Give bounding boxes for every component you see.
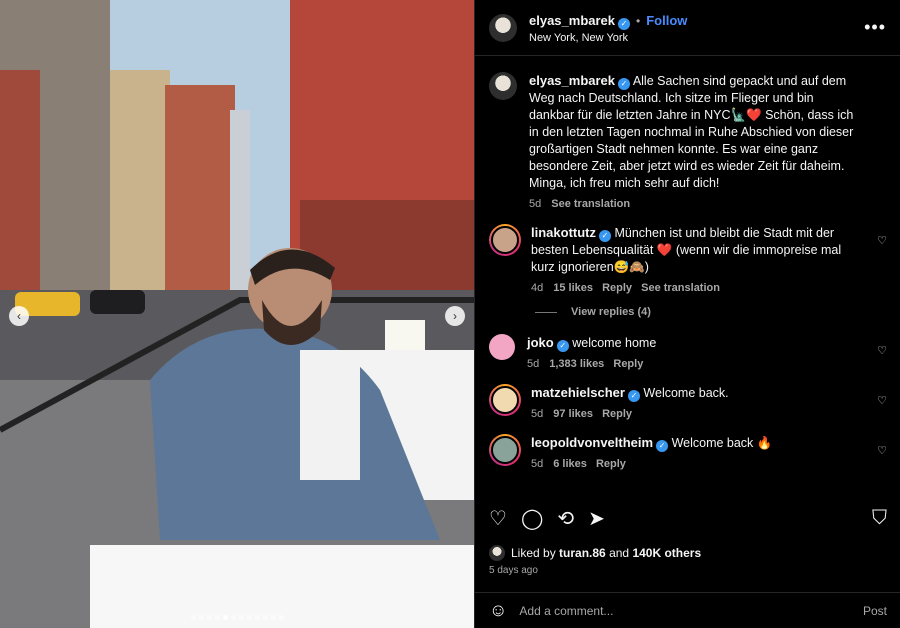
carousel-dot (230, 615, 236, 620)
comment-like-icon[interactable]: ♡ (877, 394, 887, 407)
comments-list: elyas_mbarek ✓ Alle Sachen sind gepackt u… (475, 72, 900, 498)
carousel-dot (246, 615, 252, 620)
liker-username[interactable]: turan.86 (559, 546, 606, 560)
likes-and: and (609, 546, 630, 560)
comment-input[interactable] (519, 603, 863, 618)
post-actions: ♡ ◯ ⟲ ➤ ⛉ (489, 506, 887, 531)
comment-likes[interactable]: 1,383 likes (549, 358, 604, 370)
verified-badge-icon: ✓ (618, 17, 631, 30)
caption-text: Alle Sachen sind gepackt und auf dem Weg… (529, 74, 854, 190)
carousel-dot (238, 615, 244, 620)
reply-button[interactable]: Reply (602, 408, 632, 420)
post-time: 5 days ago (489, 565, 538, 576)
comment-like-icon[interactable]: ♡ (877, 444, 887, 457)
comment-like-icon[interactable]: ♡ (877, 344, 887, 357)
separator: • (636, 13, 641, 28)
likes-prefix: Liked by (511, 546, 556, 560)
comment-like-icon[interactable]: ♡ (877, 234, 887, 247)
reply-button[interactable]: Reply (602, 282, 632, 294)
verified-badge-icon: ✓ (556, 340, 569, 352)
carousel-dot (198, 615, 204, 620)
author-avatar[interactable] (489, 13, 517, 42)
comment-likes[interactable]: 97 likes (553, 408, 593, 420)
comment-username[interactable]: leopoldvonveltheim (531, 435, 653, 450)
carousel-dot (214, 615, 220, 620)
bookmark-icon[interactable]: ⛉ (872, 507, 887, 530)
author-username[interactable]: elyas_mbarek (529, 13, 615, 28)
caption-age: 5d (529, 198, 542, 210)
more-options-icon[interactable]: ••• (864, 17, 886, 38)
carousel-next-button[interactable]: › (445, 306, 465, 326)
view-replies-label: View replies (4) (571, 306, 651, 318)
see-translation-link[interactable]: See translation (641, 282, 720, 294)
carousel-dot (206, 615, 212, 620)
carousel-dot (278, 615, 284, 620)
caption: elyas_mbarek ✓ Alle Sachen sind gepackt u… (489, 72, 887, 210)
comment-bar: ☺ Post (475, 592, 900, 628)
comment-icon[interactable]: ◯ (521, 506, 543, 531)
likes-summary: Liked by turan.86 and 140K others (489, 545, 701, 561)
reply-button[interactable]: Reply (596, 458, 626, 470)
comment-age: 5d (531, 458, 544, 470)
verified-badge-icon: ✓ (618, 78, 631, 90)
comment-likes[interactable]: 15 likes (553, 282, 593, 294)
likes-others-link[interactable]: 140K others (632, 546, 701, 560)
story-ring[interactable] (489, 384, 521, 416)
carousel-dot (222, 615, 228, 620)
follow-button[interactable]: Follow (646, 13, 687, 28)
share-icon[interactable]: ➤ (588, 506, 605, 531)
comment-text: Welcome back. (643, 386, 729, 400)
post-header: elyas_mbarek ✓ • Follow New York, New York … (475, 0, 900, 56)
comment-text: welcome home (572, 336, 657, 350)
repost-icon[interactable]: ⟲ (557, 506, 574, 531)
comment-likes[interactable]: 6 likes (553, 458, 587, 470)
reply-button[interactable]: Reply (613, 358, 643, 370)
comment-username[interactable]: joko (527, 335, 554, 350)
post-panel: elyas_mbarek ✓ • Follow New York, New York … (474, 0, 900, 628)
comment-age: 5d (527, 358, 540, 370)
carousel-dot (190, 615, 196, 620)
verified-badge-icon: ✓ (627, 390, 640, 402)
street-scene-image (0, 0, 474, 628)
comment-age: 4d (531, 282, 544, 294)
caption-avatar[interactable] (489, 72, 517, 100)
carousel-prev-button[interactable]: ‹ (9, 306, 29, 326)
post-comment-button[interactable]: Post (863, 604, 887, 618)
story-ring[interactable] (489, 434, 521, 466)
verified-badge-icon: ✓ (656, 440, 669, 452)
view-replies-button[interactable]: View replies (4) (535, 306, 887, 318)
post-location[interactable]: New York, New York (529, 32, 864, 44)
emoji-icon[interactable]: ☺ (489, 600, 507, 621)
carousel-dots (0, 615, 474, 620)
see-translation-link[interactable]: See translation (551, 198, 630, 210)
comment-row: linakottutz ✓ München ist und bleibt die … (489, 224, 887, 294)
carousel-dot (270, 615, 276, 620)
comment-avatar[interactable] (489, 334, 515, 360)
comment-row: joko ✓ welcome home 5d 1,383 likes Reply ♡ (489, 334, 887, 370)
comment-username[interactable]: matzehielscher (531, 385, 625, 400)
comment-username[interactable]: linakottutz (531, 225, 596, 240)
post-photo: ‹ › (0, 0, 474, 628)
comment-text: Welcome back 🔥 (671, 436, 773, 450)
caption-username[interactable]: elyas_mbarek (529, 73, 615, 88)
carousel-dot (254, 615, 260, 620)
liker-avatar[interactable] (489, 545, 505, 561)
comment-row: leopoldvonveltheim ✓ Welcome back 🔥 5d 6 l… (489, 434, 887, 470)
comment-age: 5d (531, 408, 544, 420)
heart-icon[interactable]: ♡ (489, 506, 507, 531)
carousel-dot (262, 615, 268, 620)
comment-row: matzehielscher ✓ Welcome back. 5d 97 likes… (489, 384, 887, 420)
story-ring[interactable] (489, 224, 521, 256)
verified-badge-icon: ✓ (599, 230, 611, 242)
